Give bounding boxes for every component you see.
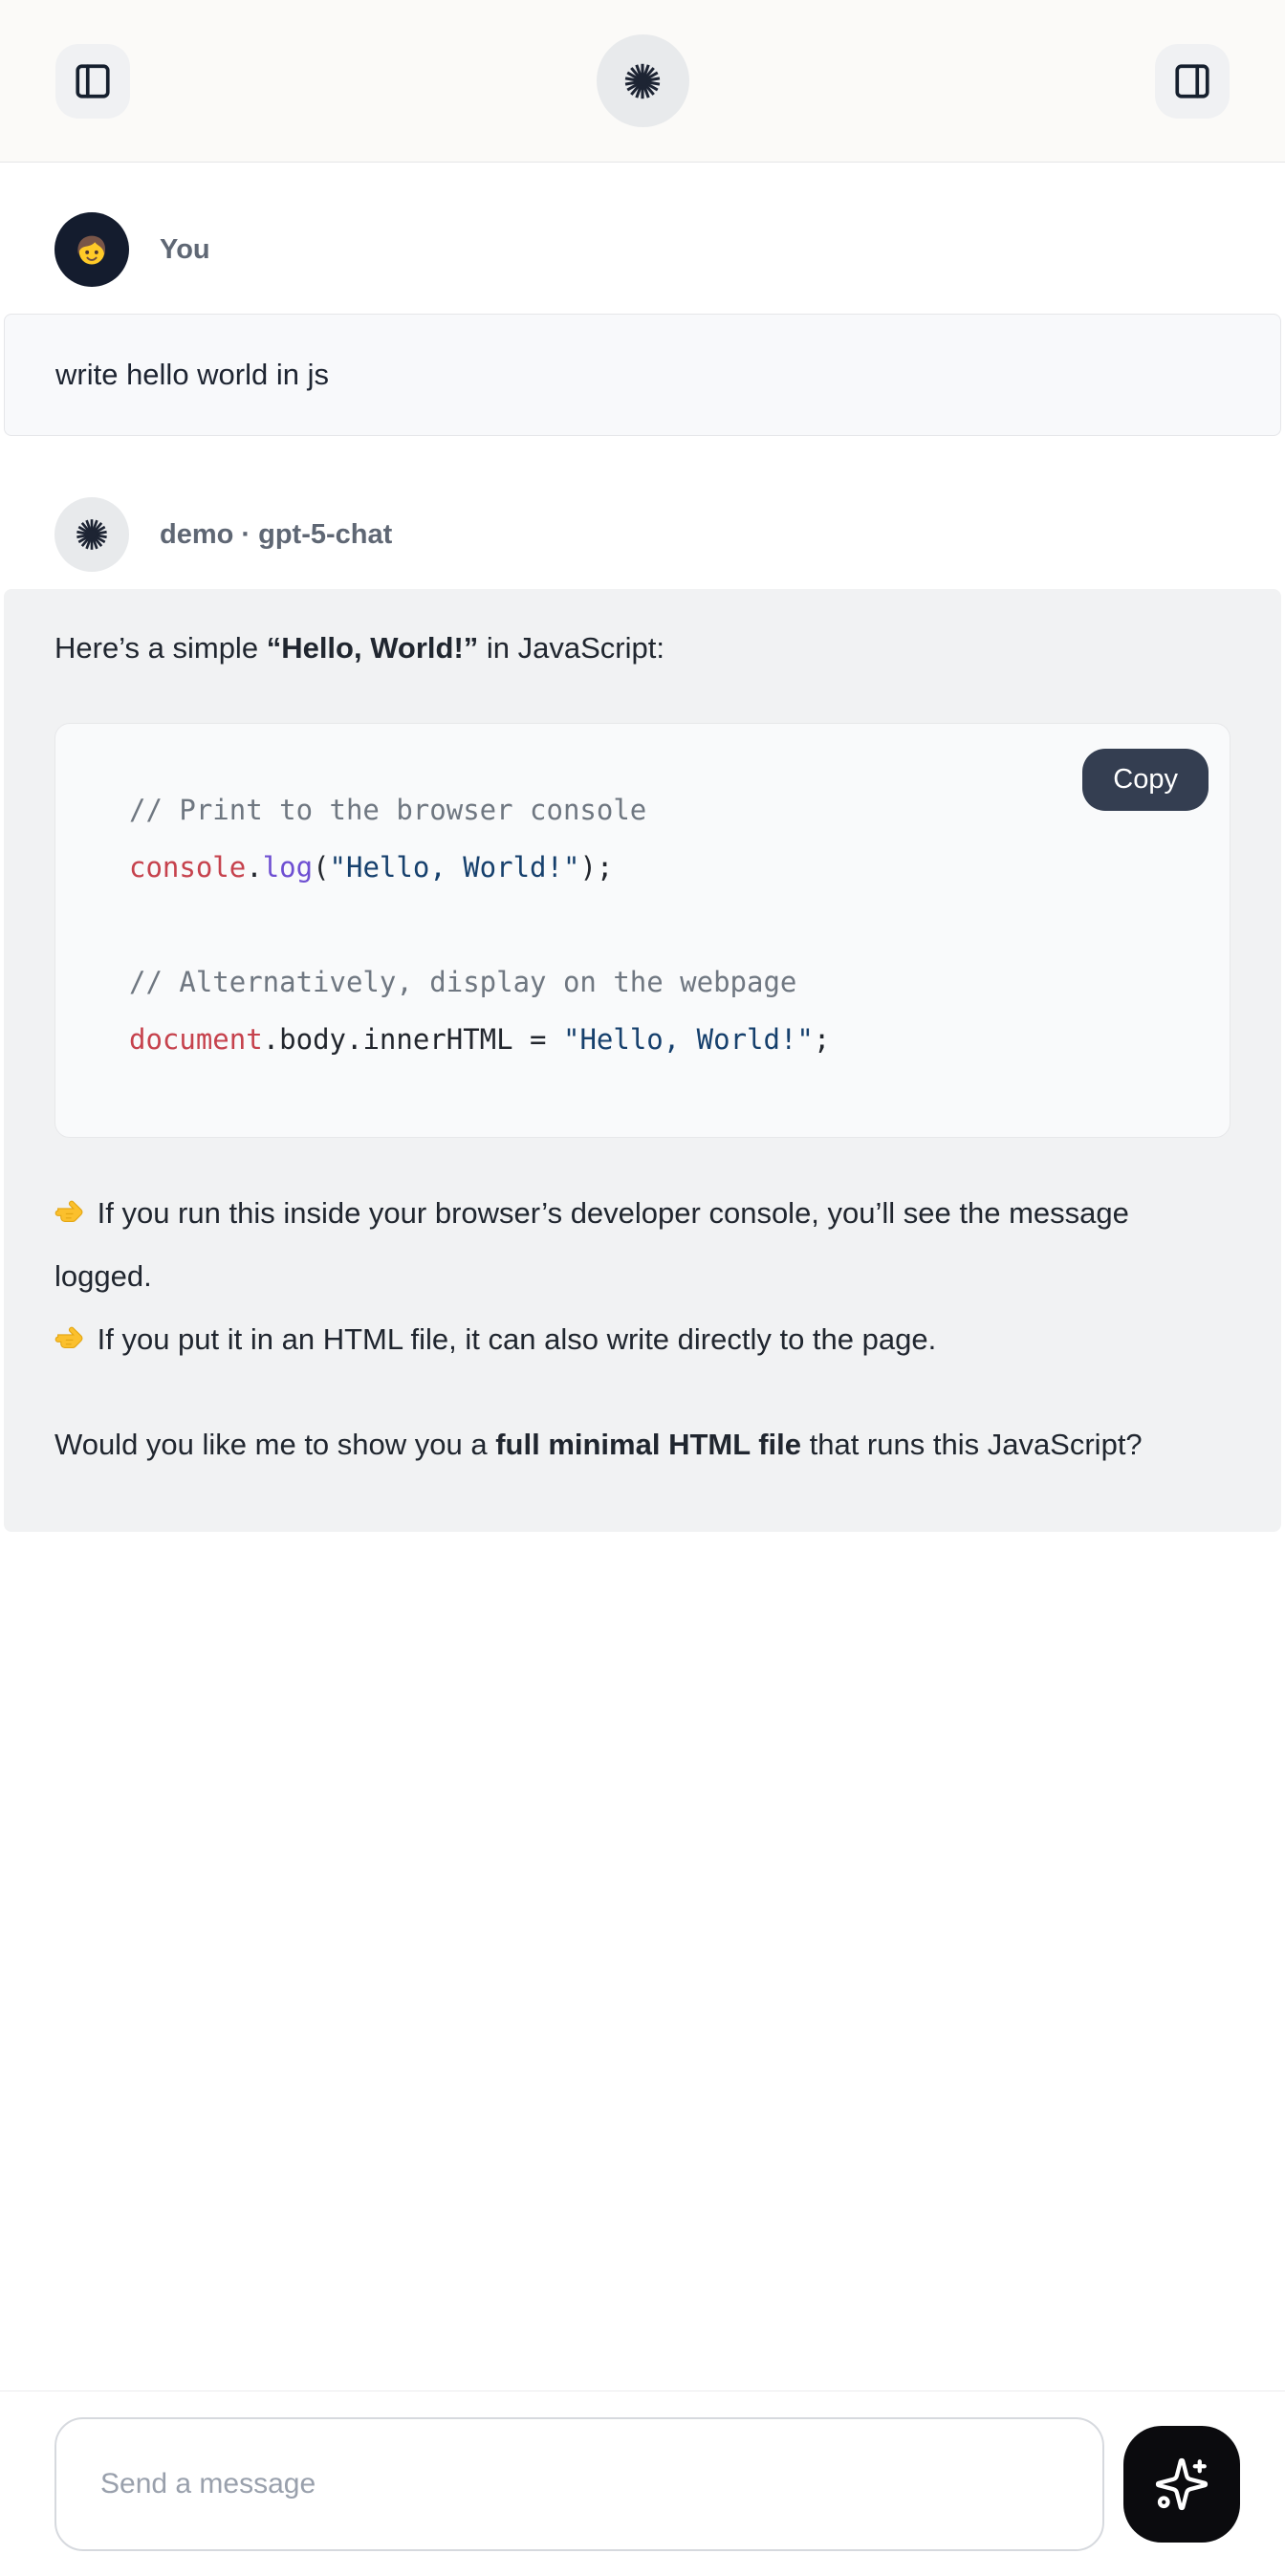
assistant-message-block: Here’s a simple “Hello, World!” in JavaS… [4,589,1281,1532]
panel-toggle-button[interactable] [1155,44,1230,119]
code-lines: // Print to the browser consoleconsole.l… [129,781,1191,1068]
pointer-paragraphs: If you run this inside your browser’s de… [54,1182,1231,1371]
code-line [129,896,1191,953]
code-line: // Alternatively, display on the webpage [129,953,1191,1011]
pointer-paragraph: If you run this inside your browser’s de… [54,1182,1231,1308]
assistant-sender-row: demo · gpt-5-chat [0,497,1285,572]
code-line: console.log("Hello, World!"); [129,839,1191,896]
assistant-sender-label: demo · gpt-5-chat [160,519,392,551]
closing-text-after: that runs this JavaScript? [801,1428,1143,1461]
panel-left-icon [73,61,113,101]
copy-button[interactable]: Copy [1082,749,1209,811]
assistant-avatar [54,497,129,572]
code-block: Copy // Print to the browser consolecons… [54,723,1231,1138]
starburst-logo-icon [621,59,664,103]
model-logo-button[interactable] [597,34,689,127]
user-avatar [54,212,129,287]
closing-text-bold: full minimal HTML file [495,1428,801,1461]
pointer-paragraph-text: If you run this inside your browser’s de… [54,1196,1129,1293]
composer-bar [0,2390,1285,2576]
intro-text-bold: “Hello, World!” [267,631,479,665]
code-line: // Print to the browser console [129,781,1191,839]
pointing-right-emoji [54,1194,89,1229]
person-emoji-icon [70,228,114,272]
assistant-closing-paragraph: Would you like me to show you a full min… [54,1413,1231,1476]
intro-text-before: Here’s a simple [54,631,267,665]
pointer-paragraph: If you put it in an HTML file, it can al… [54,1308,1231,1371]
intro-text-after: in JavaScript: [478,631,664,665]
starburst-avatar-icon [73,515,111,554]
user-message-text: write hello world in js [55,358,329,391]
user-sender-label: You [160,234,210,266]
assistant-intro-paragraph: Here’s a simple “Hello, World!” in JavaS… [54,627,1231,669]
pointing-right-emoji [54,1321,89,1355]
pointer-paragraph-text: If you put it in an HTML file, it can al… [89,1322,936,1356]
code-line: document.body.innerHTML = "Hello, World!… [129,1011,1191,1068]
user-sender-row: You [0,212,1285,287]
message-input[interactable] [54,2417,1104,2551]
send-button[interactable] [1123,2426,1240,2543]
panel-right-icon [1172,61,1212,101]
header-bar [0,0,1285,163]
user-message-bubble: write hello world in js [4,314,1281,436]
chat-app: You write hello world in js [0,0,1285,2576]
sidebar-toggle-button[interactable] [55,44,130,119]
sparkles-icon [1153,2456,1210,2513]
closing-text-before: Would you like me to show you a [54,1428,495,1461]
